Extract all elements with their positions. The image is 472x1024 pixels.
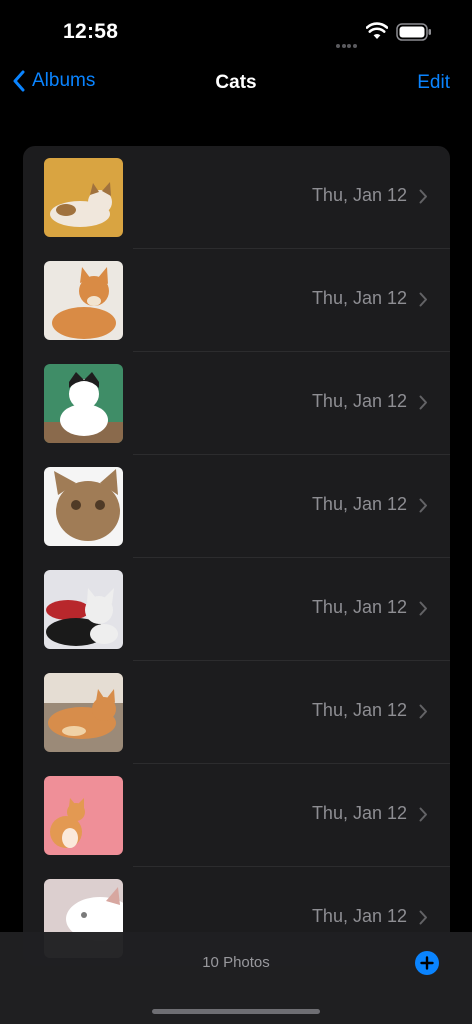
photo-thumbnail xyxy=(44,673,123,752)
list-item[interactable]: Thu, Jan 12 xyxy=(23,455,450,558)
photo-date: Thu, Jan 12 xyxy=(311,391,407,411)
list-item[interactable]: Thu, Jan 12 xyxy=(23,764,450,867)
plus-icon xyxy=(420,956,434,970)
chevron-right-icon xyxy=(419,498,427,513)
photo-date: Thu, Jan 12 xyxy=(311,700,407,720)
photo-list: Thu, Jan 12 Thu, Jan 12 Thu, Jan 12 Thu,… xyxy=(23,146,450,966)
chevron-right-icon xyxy=(419,395,427,410)
photo-date: Thu, Jan 12 xyxy=(311,288,407,308)
photo-date: Thu, Jan 12 xyxy=(311,597,407,617)
list-item[interactable]: Thu, Jan 12 xyxy=(23,352,450,455)
photo-thumbnail xyxy=(44,467,123,546)
page-title: Cats xyxy=(215,72,257,93)
home-indicator[interactable] xyxy=(152,1009,320,1014)
photo-date: Thu, Jan 12 xyxy=(311,803,407,823)
photo-date: Thu, Jan 12 xyxy=(311,906,407,926)
photo-date: Thu, Jan 12 xyxy=(311,185,407,205)
photo-thumbnail xyxy=(44,158,123,237)
photo-thumbnail xyxy=(44,364,123,443)
status-bar: 12:58 xyxy=(0,0,472,60)
battery-icon xyxy=(396,23,431,41)
photo-count: 10 Photos xyxy=(202,954,270,971)
chevron-right-icon xyxy=(419,910,427,925)
bottom-toolbar: 10 Photos xyxy=(0,932,472,1024)
chevron-right-icon xyxy=(419,704,427,719)
wifi-icon xyxy=(366,22,388,39)
photo-thumbnail xyxy=(44,261,123,340)
photo-thumbnail xyxy=(44,776,123,855)
edit-button[interactable]: Edit xyxy=(417,72,450,94)
list-item[interactable]: Thu, Jan 12 xyxy=(23,661,450,764)
list-item[interactable]: Thu, Jan 12 xyxy=(23,558,450,661)
chevron-right-icon xyxy=(419,601,427,616)
chevron-right-icon xyxy=(419,189,427,204)
chevron-right-icon xyxy=(419,292,427,307)
list-item[interactable]: Thu, Jan 12 xyxy=(23,146,450,249)
photo-date: Thu, Jan 12 xyxy=(311,494,407,514)
photo-thumbnail xyxy=(44,570,123,649)
cellular-signal-icon xyxy=(336,35,358,48)
chevron-right-icon xyxy=(419,807,427,822)
navigation-bar: Albums Cats Edit xyxy=(0,62,472,106)
add-button[interactable] xyxy=(415,951,439,975)
status-time: 12:58 xyxy=(63,20,119,43)
list-item[interactable]: Thu, Jan 12 xyxy=(23,249,450,352)
